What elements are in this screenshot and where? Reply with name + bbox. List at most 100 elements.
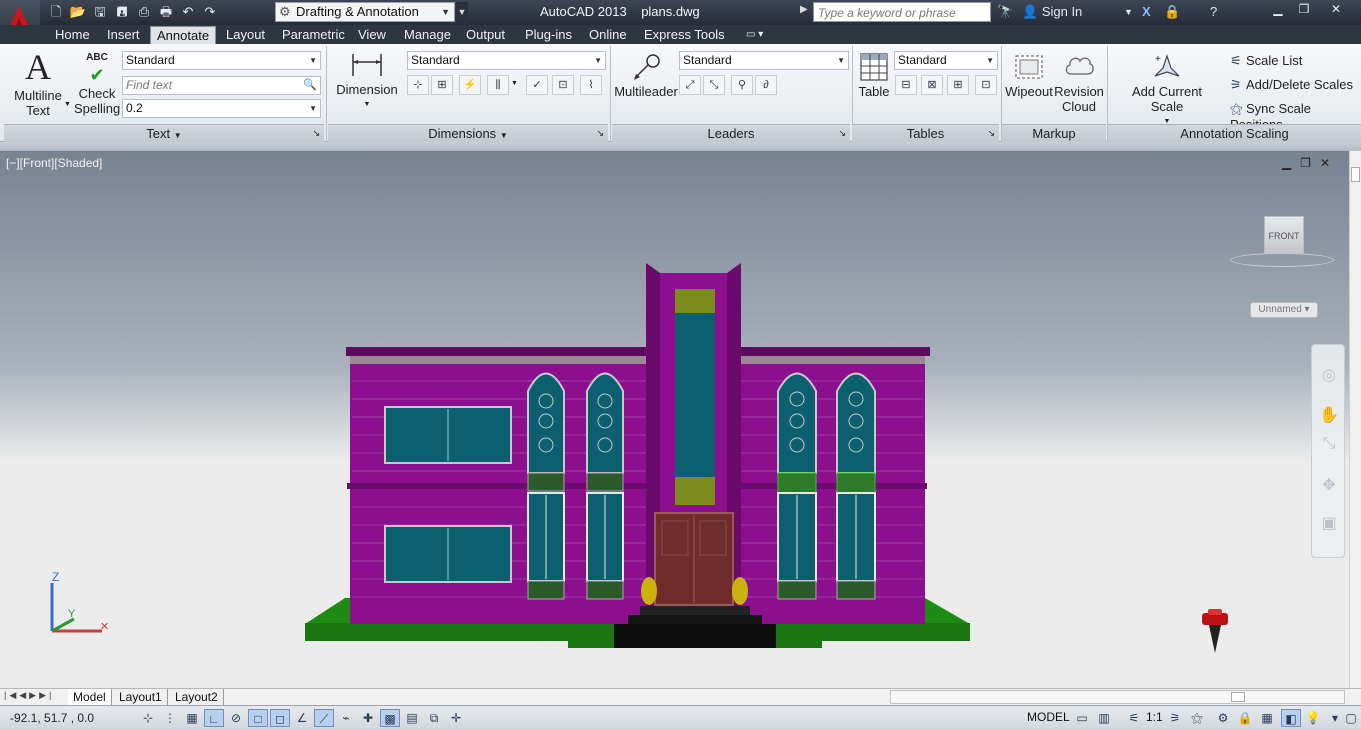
download-from-source-icon[interactable]: ⊞ — [947, 75, 969, 95]
tab-layout1[interactable]: Layout1 — [114, 689, 168, 705]
help-icon[interactable]: ? — [1210, 2, 1217, 22]
hardware-acceleration-icon[interactable]: ▦ — [1257, 709, 1277, 727]
tab-plug-ins[interactable]: Plug-ins — [525, 26, 572, 44]
dimension-break-icon[interactable]: ⊞ — [431, 75, 453, 95]
binoculars-icon[interactable]: 🔭 — [997, 2, 1013, 22]
check-spelling-button[interactable]: ABC ✔ Check Spelling — [74, 52, 120, 116]
dialog-launcher-icon[interactable]: ↘ — [987, 125, 995, 142]
link-data-icon[interactable]: ⊠ — [921, 75, 943, 95]
annotation-visibility-icon[interactable]: ⚞ — [1165, 709, 1185, 727]
continue-dimension-icon[interactable]: ⫼ — [487, 75, 509, 95]
tab-express-tools[interactable]: Express Tools — [644, 26, 725, 44]
tab-manage[interactable]: Manage — [404, 26, 451, 44]
viewcube-compass-ring[interactable] — [1230, 253, 1334, 267]
vertical-scrollbar[interactable] — [1349, 151, 1361, 688]
add-current-scale-button[interactable]: + Add Current Scale ▼ — [1114, 52, 1220, 129]
tab-parametric[interactable]: Parametric — [282, 26, 345, 44]
tables-panel-title[interactable]: Tables ↘ — [852, 124, 999, 142]
revision-cloud-button[interactable]: Revision Cloud — [1054, 52, 1104, 114]
find-text-input[interactable]: Find text 🔍 — [122, 76, 321, 95]
text-panel-title[interactable]: Text ▼ ↘ — [4, 124, 324, 142]
workspace-dropdown[interactable]: ⚙ Drafting & Annotation ▼ — [275, 2, 455, 22]
customize-toolbar-icon[interactable]: ▼ — [456, 2, 468, 22]
scroll-thumb[interactable] — [1231, 692, 1245, 702]
pan-hand-icon[interactable]: ✋ — [1318, 405, 1340, 427]
dimension-update-icon[interactable]: ✓ — [526, 75, 548, 95]
text-style-dropdown[interactable]: Standard ▼ — [122, 51, 321, 70]
tab-insert[interactable]: Insert — [107, 26, 140, 44]
model-space-button[interactable]: MODEL — [1027, 710, 1070, 724]
tab-layout[interactable]: Layout — [226, 26, 265, 44]
multileader-style-dropdown[interactable]: Standard ▼ — [679, 51, 849, 70]
annotation-scale-icon[interactable]: ⚟ — [1124, 709, 1144, 727]
infer-constraints-icon[interactable]: ⊹ — [138, 709, 158, 727]
dialog-launcher-icon[interactable]: ↘ — [838, 125, 846, 142]
quick-view-drawings-icon[interactable]: ▥ — [1094, 709, 1114, 727]
dimension-button[interactable]: Dimension ▼ — [334, 50, 400, 112]
snap-mode-icon[interactable]: ⋮ — [160, 709, 180, 727]
multileader-button[interactable]: Multileader — [613, 52, 679, 99]
scroll-thumb[interactable] — [1351, 167, 1360, 182]
ribbon-options-icon[interactable]: ▭ ▾ — [746, 26, 763, 44]
extract-data-icon[interactable]: ⊟ — [895, 75, 917, 95]
expand-arrow-icon[interactable]: ▶ — [800, 4, 808, 15]
object-snap-icon[interactable]: □ — [248, 709, 268, 727]
tab-view[interactable]: View — [358, 26, 386, 44]
export-icon[interactable]: ⎙ — [134, 3, 154, 21]
find-replace-icon[interactable]: 🔍 — [303, 77, 317, 94]
quick-properties-icon[interactable]: ▤ — [402, 709, 422, 727]
tab-layout2[interactable]: Layout2 — [170, 689, 224, 705]
chevron-down-icon[interactable]: ▼ — [511, 80, 518, 87]
tab-online[interactable]: Online — [589, 26, 627, 44]
dynamic-ucs-icon[interactable]: ⟋ — [314, 709, 334, 727]
workspace-switching-icon[interactable]: ⚙ — [1213, 709, 1233, 727]
search-input[interactable]: Type a keyword or phrase — [813, 2, 991, 22]
ortho-mode-icon[interactable]: ∟ — [204, 709, 224, 727]
annotation-scale-value[interactable]: 1:1 — [1146, 710, 1163, 724]
grid-display-icon[interactable]: ▦ — [182, 709, 202, 727]
save-as-icon[interactable]: 🖪 — [112, 3, 132, 21]
annotation-scaling-panel-title[interactable]: Annotation Scaling — [1108, 124, 1361, 142]
scale-list-button[interactable]: ⚟ Scale List — [1230, 53, 1302, 69]
exchange-icon[interactable]: X — [1142, 2, 1151, 22]
showmotion-icon[interactable]: ▣ — [1318, 513, 1340, 535]
polar-tracking-icon[interactable]: ⊘ — [226, 709, 246, 727]
dimension-space-icon[interactable]: ⚡ — [459, 75, 481, 95]
leaders-panel-title[interactable]: Leaders ↘ — [612, 124, 850, 142]
selection-cycling-icon[interactable]: ⧉ — [424, 709, 444, 727]
tab-annotate[interactable]: Annotate — [150, 26, 217, 44]
auto-scale-icon[interactable]: ⚝ — [1187, 709, 1207, 727]
undo-icon[interactable]: ↶ — [178, 3, 198, 21]
isolate-objects-icon[interactable]: ◧ — [1281, 709, 1301, 727]
multiline-text-button[interactable]: A Multiline Text — [12, 48, 64, 118]
3d-object-snap-icon[interactable]: ◻ — [270, 709, 290, 727]
table-button[interactable]: Table — [855, 52, 893, 99]
remove-leader-icon[interactable]: ⤡ — [703, 75, 725, 95]
dialog-launcher-icon[interactable]: ↘ — [312, 125, 320, 142]
lightbulb-icon[interactable]: 💡 — [1303, 709, 1323, 727]
horizontal-scrollbar[interactable] — [890, 690, 1345, 704]
zoom-icon[interactable]: ⤡ — [1318, 435, 1340, 457]
redo-icon[interactable]: ↷ — [200, 3, 220, 21]
dynamic-input-icon[interactable]: ⌁ — [336, 709, 356, 727]
sign-in-button[interactable]: 👤 Sign In — [1022, 2, 1082, 22]
quick-dimension-icon[interactable]: ⊹ — [407, 75, 429, 95]
jogged-linear-icon[interactable]: ⌇ — [580, 75, 602, 95]
save-icon[interactable]: 🖫 — [90, 3, 110, 21]
close-button[interactable]: ✕ — [1322, 0, 1350, 18]
layout-nav-arrows[interactable]: |◀◀▶▶| — [4, 690, 54, 701]
new-icon[interactable]: 🗋 — [46, 3, 66, 21]
clean-screen-icon[interactable]: ▢ — [1341, 709, 1361, 727]
add-leader-icon[interactable]: ⤢ — [679, 75, 701, 95]
lineweight-icon[interactable]: ✚ — [358, 709, 378, 727]
annotation-monitor-icon[interactable]: ✛ — [446, 709, 466, 727]
table-style-dropdown[interactable]: Standard ▼ — [894, 51, 998, 70]
subscription-icon[interactable]: 🔒 — [1164, 2, 1180, 22]
chevron-down-icon[interactable]: ▼ — [64, 101, 71, 108]
minimize-button[interactable]: ▁ — [1264, 0, 1292, 18]
collect-leaders-icon[interactable]: ∂ — [755, 75, 777, 95]
align-leaders-icon[interactable]: ⚲ — [731, 75, 753, 95]
lock-ui-icon[interactable]: 🔒 — [1235, 709, 1255, 727]
plot-icon[interactable]: 🖶 — [156, 3, 176, 21]
orbit-icon[interactable]: ✥ — [1318, 475, 1340, 497]
